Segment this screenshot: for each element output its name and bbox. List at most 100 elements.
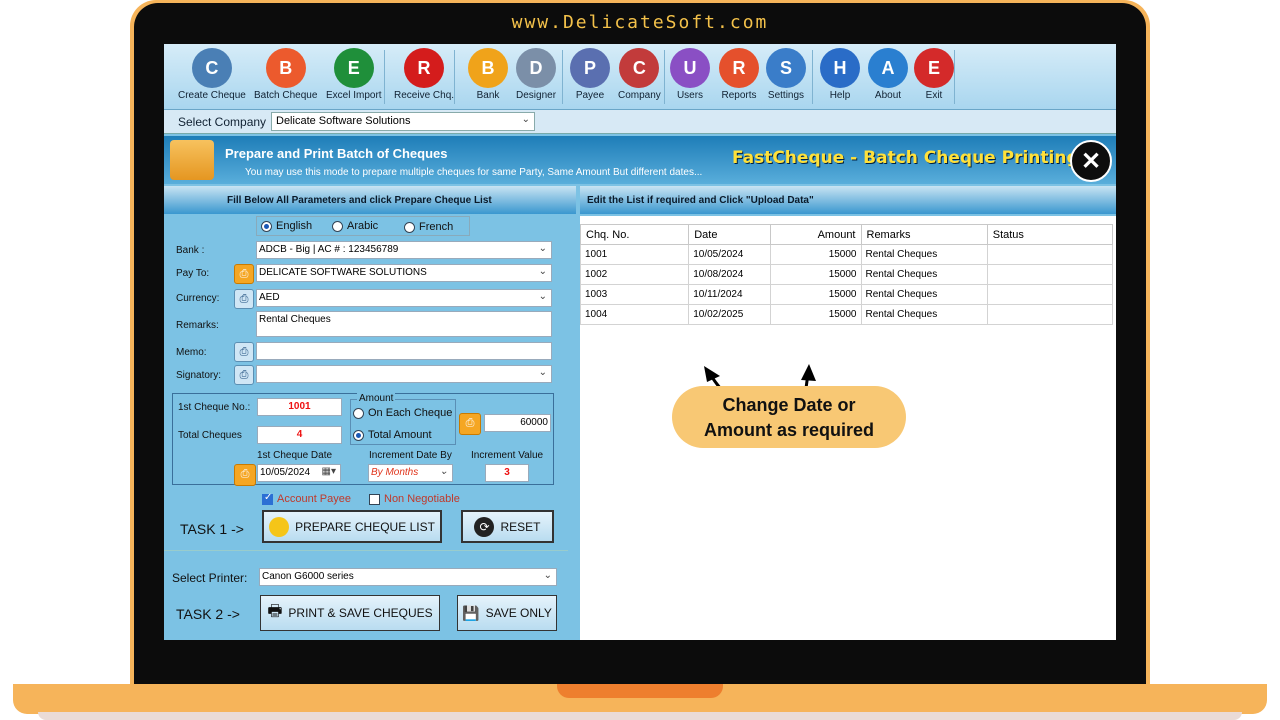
help-icon: H <box>820 48 860 88</box>
toolbar-separator <box>384 50 385 104</box>
receive-cheque-icon: R <box>404 48 445 88</box>
payee-print-icon[interactable]: ⎙ <box>234 264 254 284</box>
toolbar-excel-import-button[interactable]: E Excel Import <box>326 48 382 101</box>
company-label: Select Company <box>178 115 267 129</box>
brand-title: FastCheque - Batch Cheque Printing <box>732 148 1079 168</box>
chevron-down-icon: ⌄ <box>538 243 547 254</box>
total-cheques-input[interactable]: 4 <box>257 426 342 444</box>
total-cheques-label: Total Cheques <box>178 430 242 441</box>
toolbar-label: About <box>874 90 902 101</box>
bank-icon: B <box>468 48 508 88</box>
right-section-title: Edit the List if required and Click "Upl… <box>587 195 814 206</box>
increment-by-select[interactable]: By Months ⌄ <box>368 464 453 482</box>
reset-button[interactable]: ⟳ RESET <box>461 510 554 543</box>
toolbar-help-button[interactable]: H Help <box>820 48 860 101</box>
app-window: C Create Cheque B Batch Cheque E Excel Import… <box>164 44 1116 640</box>
chevron-down-icon: ⌄ <box>538 266 547 277</box>
toolbar-payee-button[interactable]: P Payee <box>570 48 610 101</box>
account-payee-checkbox[interactable]: Account Payee <box>262 492 351 505</box>
printer-icon: 🖶 <box>267 602 283 620</box>
prepare-cheque-list-button[interactable]: PREPARE CHEQUE LIST <box>262 510 442 543</box>
task2-label: TASK 2 -> <box>176 606 240 622</box>
company-select[interactable]: Delicate Software Solutions ⌄ <box>271 112 535 131</box>
designer-icon: D <box>516 48 557 88</box>
memo-label: Memo: <box>176 347 207 358</box>
main-toolbar: C Create Cheque B Batch Cheque E Excel Import… <box>164 44 1116 110</box>
toolbar-separator <box>562 50 563 104</box>
remarks-label: Remarks: <box>176 320 219 331</box>
printer-select[interactable]: Canon G6000 series ⌄ <box>259 568 557 586</box>
close-button[interactable]: ✕ <box>1070 140 1112 182</box>
toolbar-settings-button[interactable]: S Settings <box>766 48 806 101</box>
toolbar-about-button[interactable]: A About <box>868 48 908 101</box>
header-band: Prepare and Print Batch of Cheques You m… <box>164 136 1116 184</box>
print-save-cheques-button[interactable]: 🖶 PRINT & SAVE CHEQUES <box>260 595 440 631</box>
amount-input[interactable]: 60000 <box>484 414 551 432</box>
non-negotiable-checkbox[interactable]: Non Negotiable <box>369 493 460 505</box>
lang-french-radio[interactable]: French <box>404 221 453 233</box>
toolbar-separator <box>954 50 955 104</box>
company-bar: Select Company Delicate Software Solutio… <box>164 110 1116 134</box>
lang-arabic-radio[interactable]: Arabic <box>332 220 378 232</box>
memo-input[interactable] <box>256 342 552 360</box>
first-cheque-label: 1st Cheque No.: <box>178 402 251 413</box>
reports-icon: R <box>719 48 759 88</box>
toolbar-exit-button[interactable]: E Exit <box>914 48 954 101</box>
toolbar-receive-chq-button[interactable]: R Receive Chq. <box>394 48 454 101</box>
printer-icon: C <box>191 48 232 88</box>
radio-icon <box>404 221 415 233</box>
toolbar-label: Receive Chq. <box>394 90 455 101</box>
remarks-input[interactable]: Rental Cheques <box>256 311 552 337</box>
radio-icon <box>353 407 364 419</box>
total-amount-radio[interactable]: Total Amount <box>353 429 432 441</box>
first-date-picker[interactable]: 10/05/2024 ▦▾ <box>257 464 341 482</box>
company-icon: C <box>619 48 660 88</box>
laptop-notch <box>557 684 723 698</box>
payee-icon: P <box>570 48 610 88</box>
signatory-print-icon[interactable]: ⎙ <box>234 365 254 385</box>
calendar-icon: ▦▾ <box>321 466 336 477</box>
toolbar-batch-cheque-button[interactable]: B Batch Cheque <box>254 48 317 101</box>
radio-icon <box>353 429 364 441</box>
toolbar-create-cheque-button[interactable]: C Create Cheque <box>178 48 246 101</box>
toolbar-label: Batch Cheque <box>254 90 318 101</box>
memo-print-icon[interactable]: ⎙ <box>234 342 254 362</box>
folder-printer-icon <box>170 140 214 180</box>
currency-select[interactable]: AED ⌄ <box>256 289 552 307</box>
right-section-bar: Edit the List if required and Click "Upl… <box>580 186 1116 214</box>
divider <box>164 550 568 551</box>
toolbar-company-button[interactable]: C Company <box>618 48 661 101</box>
page-title: Prepare and Print Batch of Cheques <box>225 146 448 161</box>
prepare-list-icon <box>269 516 290 537</box>
parameters-panel: English Arabic French Bank : ADCB - Big … <box>164 216 578 640</box>
toolbar-reports-button[interactable]: R Reports <box>719 48 759 101</box>
exit-icon: E <box>914 48 954 88</box>
calendar-print-icon[interactable]: ⎙ <box>234 464 256 486</box>
amount-print-icon[interactable]: ⎙ <box>459 413 481 435</box>
increment-value-input[interactable]: 3 <box>485 464 529 482</box>
save-only-button[interactable]: 💾 SAVE ONLY <box>457 595 557 631</box>
about-icon: A <box>868 48 908 88</box>
chevron-down-icon: ⌄ <box>538 291 547 302</box>
toolbar-label: Help <box>829 90 851 101</box>
bank-select[interactable]: ADCB - Big | AC # : 123456789 ⌄ <box>256 241 552 259</box>
toolbar-designer-button[interactable]: D Designer <box>516 48 556 101</box>
lang-english-radio[interactable]: English <box>261 220 312 232</box>
first-date-label: 1st Cheque Date <box>257 450 333 461</box>
settings-icon: S <box>766 48 806 88</box>
task1-label: TASK 1 -> <box>180 521 244 537</box>
toolbar-label: Designer <box>516 90 557 101</box>
signatory-select[interactable]: ⌄ <box>256 365 552 383</box>
currency-print-icon[interactable]: ⎙ <box>234 289 254 309</box>
signatory-label: Signatory: <box>176 370 222 381</box>
toolbar-users-button[interactable]: U Users <box>670 48 710 101</box>
toolbar-bank-button[interactable]: B Bank <box>468 48 508 101</box>
payto-select[interactable]: DELICATE SOFTWARE SOLUTIONS ⌄ <box>256 264 552 282</box>
radio-icon <box>332 220 343 232</box>
on-each-cheque-radio[interactable]: On Each Cheque <box>353 407 452 419</box>
first-cheque-input[interactable]: 1001 <box>257 398 342 416</box>
bank-label: Bank : <box>176 245 205 256</box>
company-value: Delicate Software Solutions <box>276 115 411 127</box>
reset-icon: ⟳ <box>474 516 495 537</box>
users-icon: U <box>670 48 710 88</box>
